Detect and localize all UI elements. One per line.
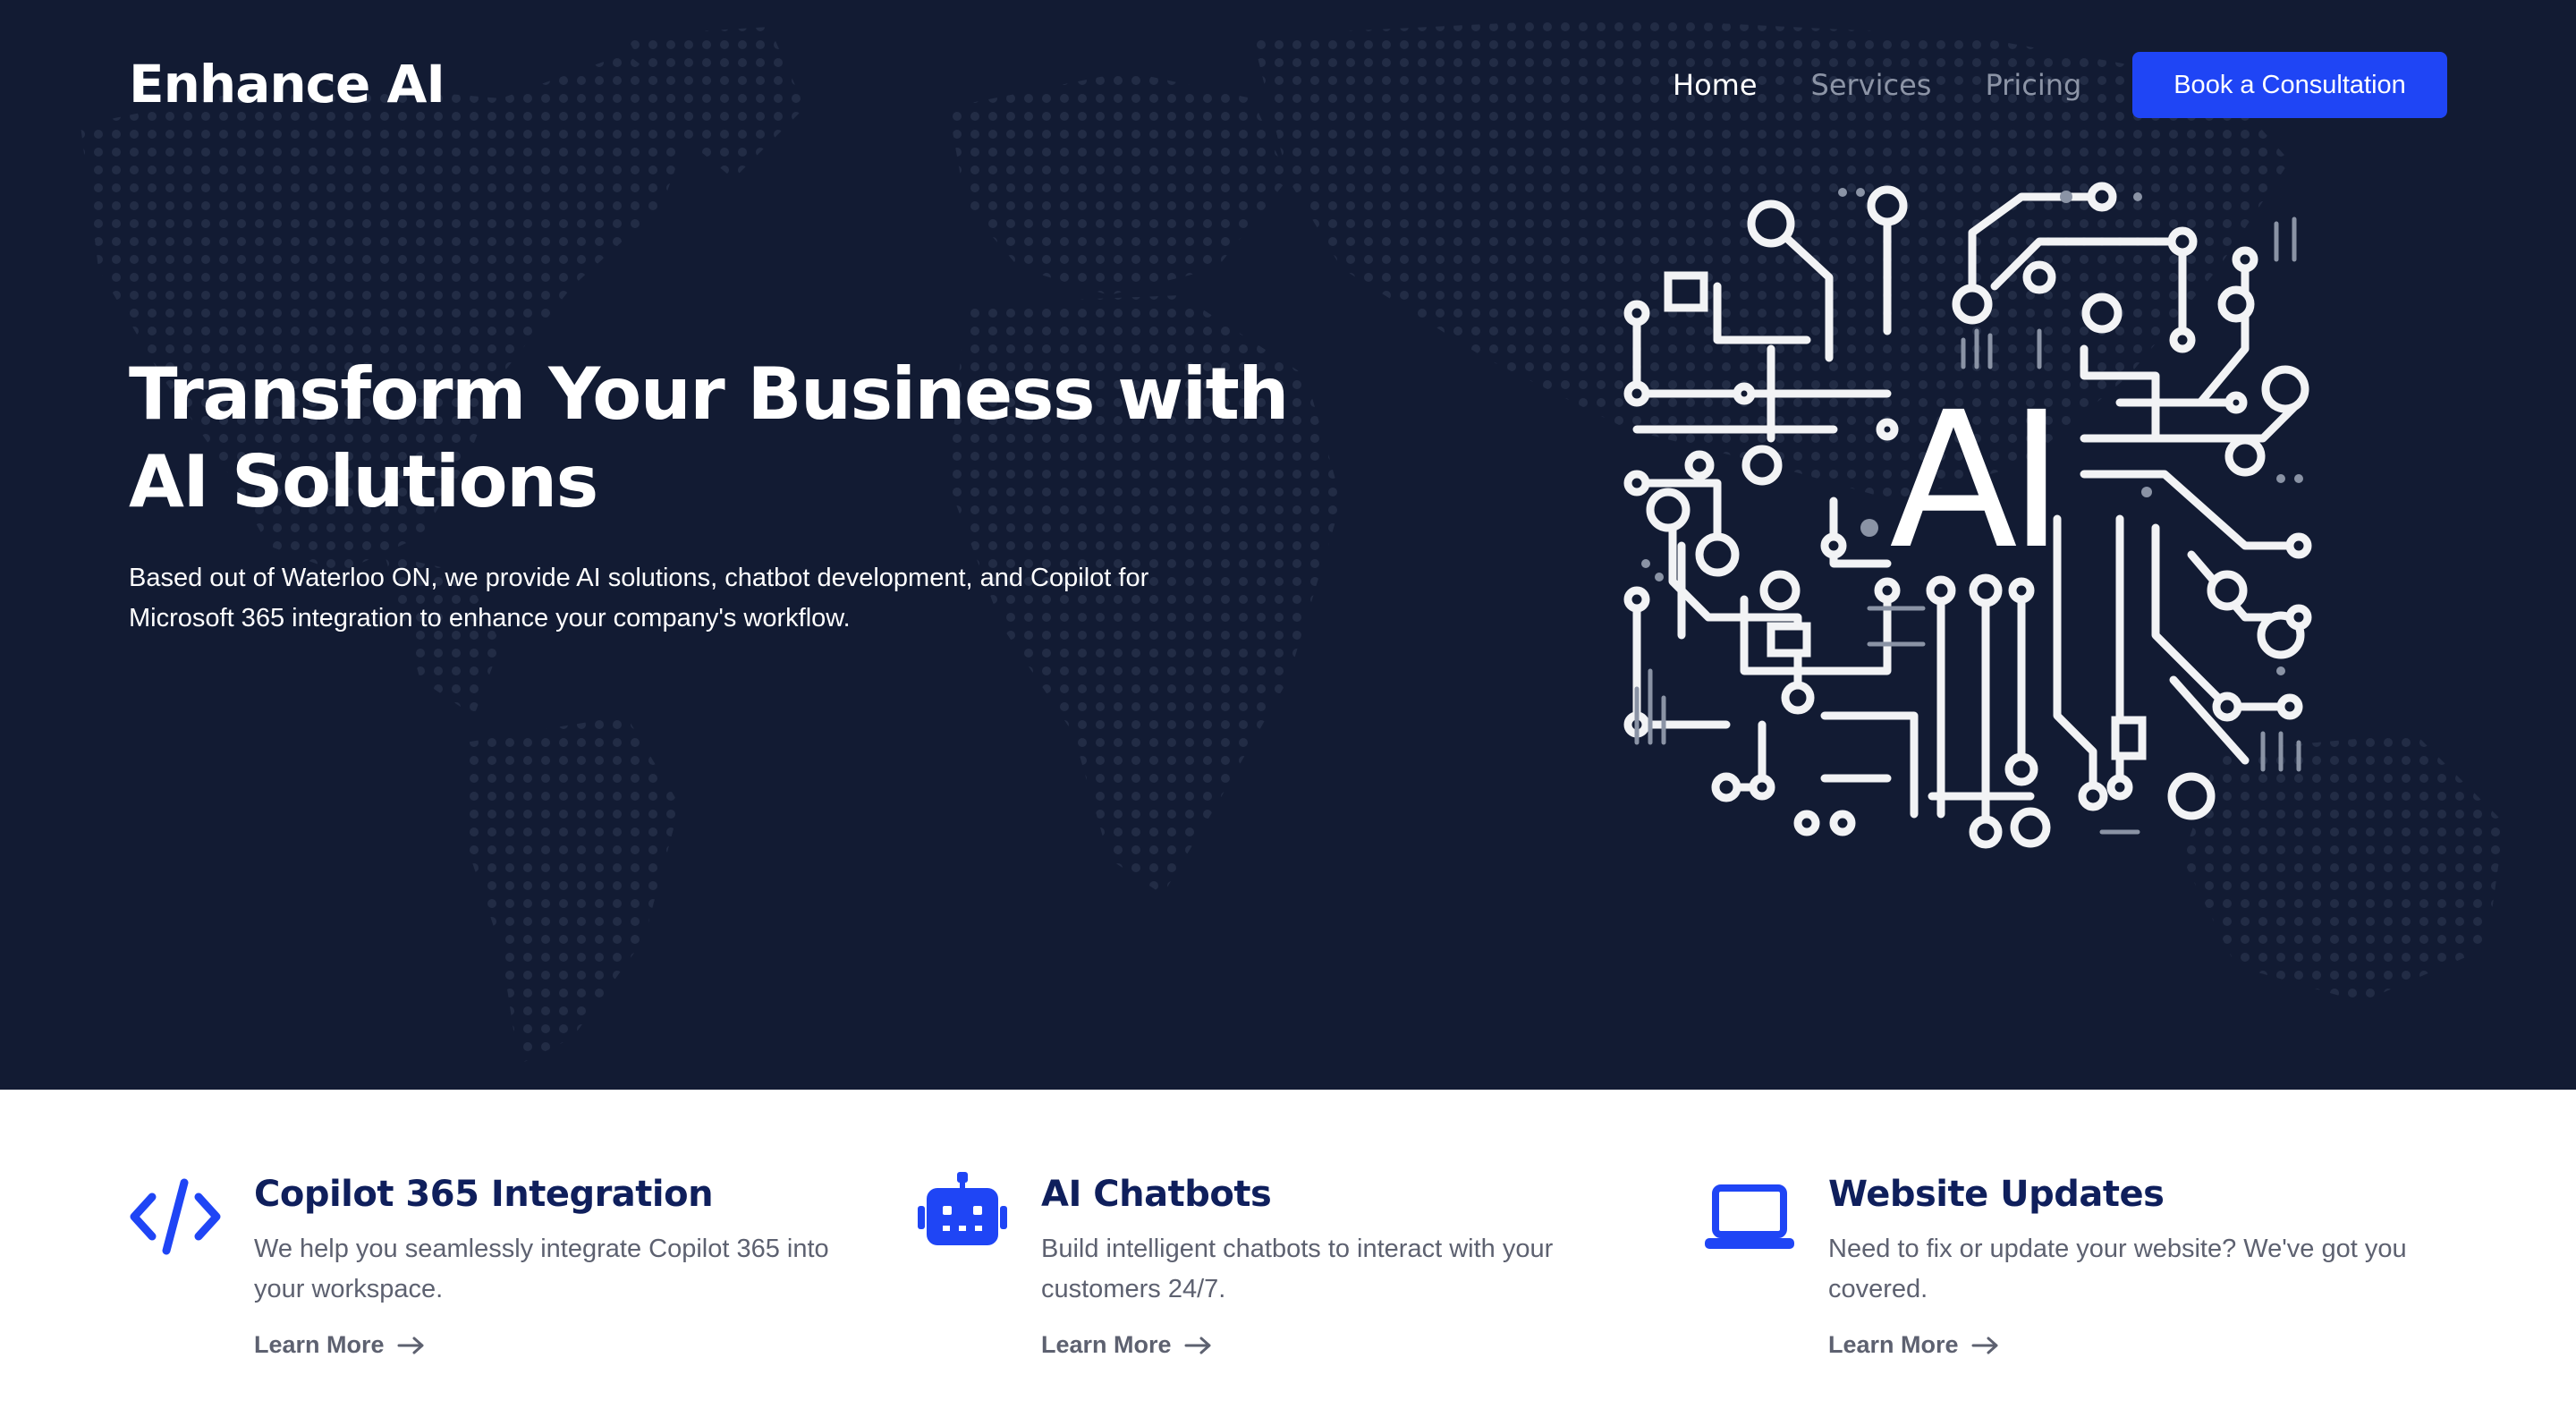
- hero-subtitle: Based out of Waterloo ON, we provide AI …: [129, 564, 1149, 632]
- main-nav: Home Services Pricing: [1673, 52, 2135, 118]
- nav-home[interactable]: Home: [1673, 52, 1758, 118]
- robot-icon: [918, 1172, 1007, 1245]
- ai-art-label: AI: [1889, 371, 2055, 590]
- brand-logo[interactable]: Enhance AI: [129, 54, 445, 115]
- feature-description: Build intelligent chatbots to interact w…: [1041, 1235, 1554, 1303]
- feature-card-copilot: Copilot 365 Integration We help you seam…: [129, 1170, 844, 1403]
- feature-title: Website Updates: [1828, 1174, 2165, 1215]
- learn-more-link[interactable]: Learn More: [1041, 1331, 1213, 1359]
- arrow-right-icon: [1184, 1337, 1211, 1354]
- arrow-right-icon: [397, 1337, 424, 1354]
- learn-more-link[interactable]: Learn More: [1828, 1331, 2000, 1359]
- nav-pricing[interactable]: Pricing: [1985, 52, 2081, 118]
- nav-services[interactable]: Services: [1811, 52, 1932, 118]
- feature-card-website: Website Updates Need to fix or update yo…: [1703, 1170, 2419, 1403]
- hero-section: Enhance AI Home Services Pricing Book a …: [0, 0, 2576, 1090]
- book-consultation-button[interactable]: Book a Consultation: [2132, 52, 2447, 118]
- ai-circuit-illustration: AI: [1623, 182, 2312, 849]
- learn-more-label: Learn More: [1828, 1331, 1959, 1358]
- laptop-icon: [1705, 1184, 1794, 1249]
- feature-card-chatbots: AI Chatbots Build intelligent chatbots t…: [916, 1170, 1631, 1403]
- code-icon: [130, 1178, 221, 1255]
- feature-title: Copilot 365 Integration: [254, 1174, 714, 1215]
- feature-title: AI Chatbots: [1041, 1174, 1272, 1215]
- feature-description: Need to fix or update your website? We'v…: [1828, 1235, 2407, 1303]
- learn-more-label: Learn More: [254, 1331, 385, 1358]
- features-section: Copilot 365 Integration We help you seam…: [0, 1090, 2576, 1426]
- learn-more-label: Learn More: [1041, 1331, 1172, 1358]
- feature-description: We help you seamlessly integrate Copilot…: [254, 1235, 829, 1303]
- learn-more-link[interactable]: Learn More: [254, 1331, 426, 1359]
- arrow-right-icon: [1971, 1337, 1998, 1354]
- hero-title: Transform Your Business with AI Solution…: [129, 352, 1289, 523]
